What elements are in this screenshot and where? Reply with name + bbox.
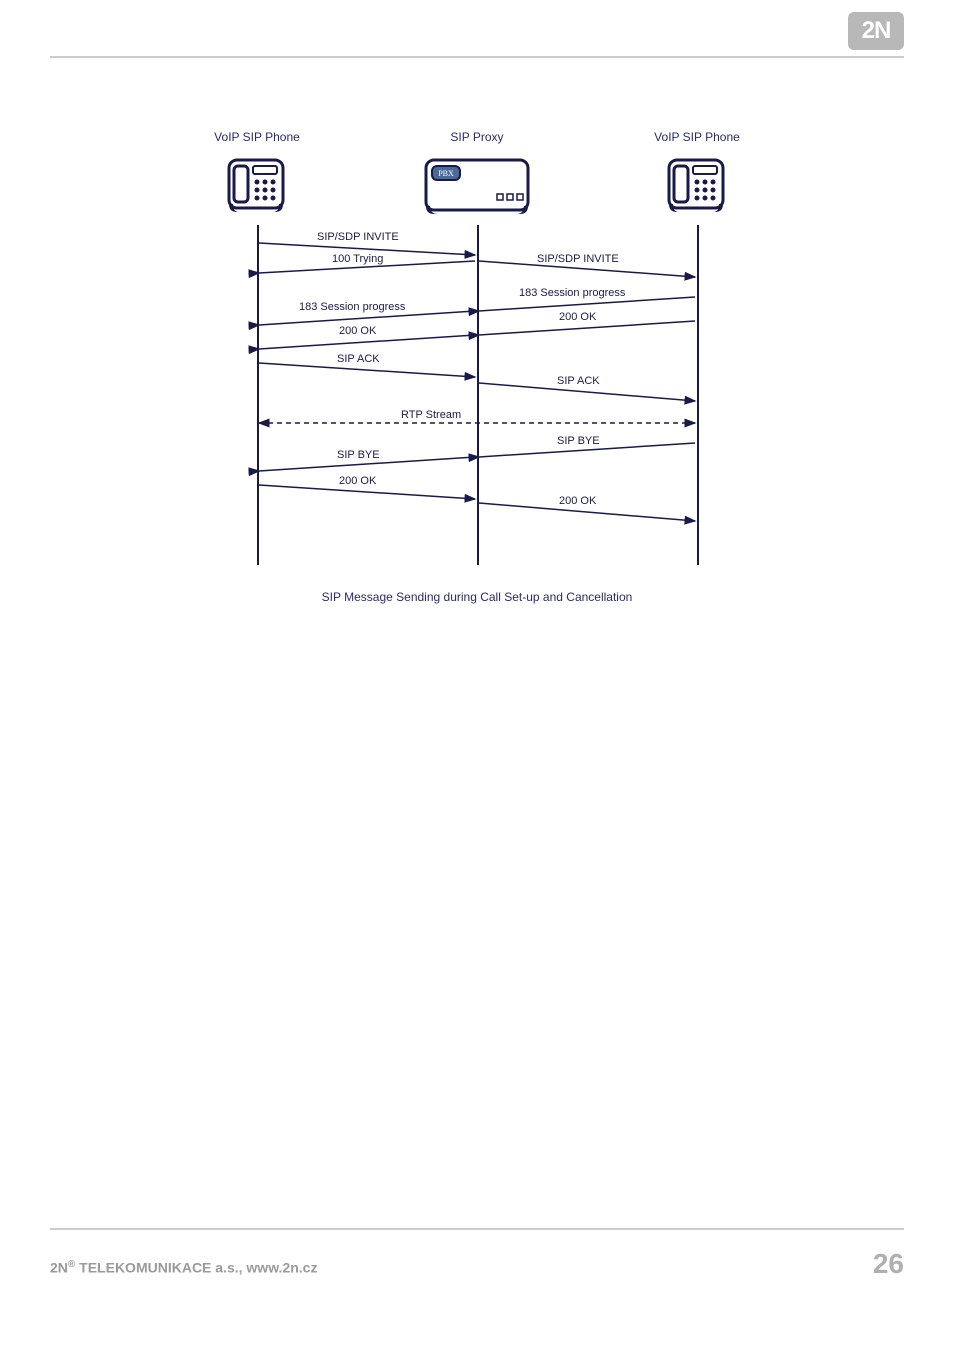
msg-200-left: 200 OK xyxy=(339,325,376,337)
page-number: 26 xyxy=(873,1248,904,1280)
msg-183-left: 183 Session progress xyxy=(299,301,405,313)
msg-rtp: RTP Stream xyxy=(401,409,461,421)
proxy-badge-text: PBX xyxy=(438,169,454,178)
sip-proxy-icon: PBX xyxy=(422,154,532,219)
brand-logo-icon: 2N xyxy=(848,12,904,50)
msg-200-fin-l: 200 OK xyxy=(339,475,376,487)
msg-invite-2: SIP/SDP INVITE xyxy=(537,253,619,265)
sip-sequence-diagram: VoIP SIP Phone SIP Proxy VoIP SIP Phone xyxy=(217,130,737,600)
actor-label-left: VoIP SIP Phone xyxy=(197,130,317,144)
footer-divider xyxy=(50,1228,904,1230)
actor-label-center: SIP Proxy xyxy=(417,130,537,144)
msg-200-fin-r: 200 OK xyxy=(559,495,596,507)
msg-trying: 100 Trying xyxy=(332,253,383,265)
msg-200-right: 200 OK xyxy=(559,311,596,323)
footer-rest: TELEKOMUNIKACE a.s., www.2n.cz xyxy=(75,1260,317,1276)
page: 2N VoIP SIP Phone SIP Proxy VoIP SIP Pho… xyxy=(0,0,954,1350)
brand-logo-text: 2N xyxy=(862,17,891,45)
actor-label-right: VoIP SIP Phone xyxy=(637,130,757,144)
message-arrows xyxy=(217,225,737,565)
page-header: 2N xyxy=(0,0,954,60)
msg-ack-left: SIP ACK xyxy=(337,353,380,365)
msg-invite-1: SIP/SDP INVITE xyxy=(317,231,399,243)
page-content: VoIP SIP Phone SIP Proxy VoIP SIP Phone xyxy=(0,130,954,600)
msg-bye-left: SIP BYE xyxy=(337,449,380,461)
footer-company: 2N® TELEKOMUNIKACE a.s., www.2n.cz xyxy=(50,1259,317,1276)
diagram-caption: SIP Message Sending during Call Set-up a… xyxy=(217,590,737,604)
lifelines: SIP/SDP INVITE 100 Trying SIP/SDP INVITE… xyxy=(217,225,737,565)
msg-bye-right: SIP BYE xyxy=(557,435,600,447)
voip-phone-icon xyxy=(665,154,727,219)
footer-brand: 2N xyxy=(50,1260,68,1276)
footer-row: 2N® TELEKOMUNIKACE a.s., www.2n.cz 26 xyxy=(50,1248,904,1280)
header-divider xyxy=(50,56,904,58)
voip-phone-icon xyxy=(225,154,287,219)
page-footer: 2N® TELEKOMUNIKACE a.s., www.2n.cz 26 xyxy=(50,1228,904,1280)
msg-ack-right: SIP ACK xyxy=(557,375,600,387)
msg-183-right: 183 Session progress xyxy=(519,287,625,299)
